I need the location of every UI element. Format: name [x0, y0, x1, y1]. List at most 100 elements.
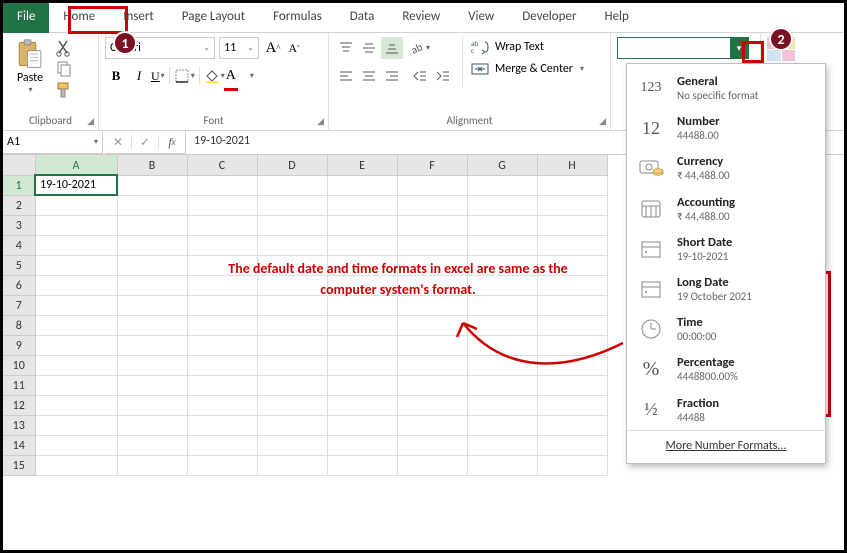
cell[interactable]: [35, 455, 117, 475]
cell[interactable]: [397, 415, 467, 435]
accept-edit-button[interactable]: ✓: [132, 131, 158, 153]
cell[interactable]: [257, 175, 327, 195]
name-box[interactable]: A1 ▾: [3, 131, 103, 154]
cell[interactable]: [117, 295, 187, 315]
cell[interactable]: [257, 315, 327, 335]
cell[interactable]: [397, 235, 467, 255]
row-header[interactable]: 12: [3, 395, 35, 415]
cell[interactable]: [35, 255, 117, 275]
row-header[interactable]: 10: [3, 355, 35, 375]
tab-formulas[interactable]: Formulas: [259, 3, 336, 33]
orientation-button[interactable]: ab▾: [409, 37, 430, 59]
cell[interactable]: [187, 175, 257, 195]
merge-center-button[interactable]: Merge & Center ▾: [471, 61, 584, 77]
cell[interactable]: [257, 235, 327, 255]
cell[interactable]: [117, 215, 187, 235]
cell[interactable]: [537, 215, 607, 235]
cell[interactable]: [35, 435, 117, 455]
more-number-formats[interactable]: More Number Formats...: [627, 430, 825, 459]
format-item-fraction[interactable]: ½ Fraction44488: [627, 390, 825, 430]
cell[interactable]: [117, 315, 187, 335]
cell[interactable]: [117, 375, 187, 395]
tab-developer[interactable]: Developer: [508, 3, 590, 33]
cell[interactable]: [467, 335, 537, 355]
italic-button[interactable]: I: [128, 65, 150, 87]
cell[interactable]: [35, 415, 117, 435]
cell[interactable]: [187, 315, 257, 335]
align-top-button[interactable]: [335, 37, 357, 59]
cell[interactable]: [187, 375, 257, 395]
cell[interactable]: [537, 415, 607, 435]
col-header-F[interactable]: F: [397, 155, 467, 175]
border-button[interactable]: ▾: [174, 65, 195, 87]
align-middle-button[interactable]: [358, 37, 380, 59]
row-header[interactable]: 14: [3, 435, 35, 455]
format-painter-icon[interactable]: [55, 81, 73, 99]
cell[interactable]: [35, 235, 117, 255]
cell[interactable]: [35, 275, 117, 295]
col-header-D[interactable]: D: [257, 155, 327, 175]
cell[interactable]: [35, 375, 117, 395]
cell[interactable]: [397, 435, 467, 455]
cell[interactable]: [35, 215, 117, 235]
cell[interactable]: [397, 335, 467, 355]
cell[interactable]: [537, 235, 607, 255]
col-header-A[interactable]: A: [35, 155, 117, 175]
tab-file[interactable]: File: [3, 3, 49, 33]
tab-view[interactable]: View: [454, 3, 508, 33]
cell[interactable]: [35, 335, 117, 355]
cell[interactable]: [187, 335, 257, 355]
cell[interactable]: [397, 195, 467, 215]
cell[interactable]: [467, 175, 537, 195]
format-item-number[interactable]: 12 Number44488.00: [627, 108, 825, 148]
cell[interactable]: [327, 415, 397, 435]
row-header[interactable]: 2: [3, 195, 35, 215]
cell[interactable]: [35, 195, 117, 215]
row-header[interactable]: 7: [3, 295, 35, 315]
paste-button[interactable]: Paste ▾: [9, 37, 51, 97]
format-item-long-date[interactable]: Long Date19 October 2021: [627, 269, 825, 309]
row-header[interactable]: 15: [3, 455, 35, 475]
fill-color-button[interactable]: ▾: [204, 65, 225, 87]
col-header-H[interactable]: H: [537, 155, 607, 175]
col-header-G[interactable]: G: [467, 155, 537, 175]
cell[interactable]: [327, 375, 397, 395]
grow-font-button[interactable]: A^: [263, 37, 283, 59]
cell[interactable]: [187, 355, 257, 375]
cell[interactable]: [117, 395, 187, 415]
cell[interactable]: [187, 415, 257, 435]
cell[interactable]: [537, 355, 607, 375]
cell[interactable]: [397, 455, 467, 475]
row-header[interactable]: 13: [3, 415, 35, 435]
cell[interactable]: [327, 355, 397, 375]
col-header-B[interactable]: B: [117, 155, 187, 175]
align-left-button[interactable]: [335, 65, 357, 87]
cell[interactable]: [467, 315, 537, 335]
fx-button[interactable]: fx: [159, 131, 185, 153]
row-header[interactable]: 9: [3, 335, 35, 355]
row-header[interactable]: 6: [3, 275, 35, 295]
font-launcher[interactable]: ◢: [317, 116, 324, 127]
format-item-general[interactable]: 123 GeneralNo specific format: [627, 68, 825, 108]
cell[interactable]: [467, 375, 537, 395]
align-bottom-button[interactable]: [381, 37, 403, 59]
cell[interactable]: [117, 435, 187, 455]
cell[interactable]: [257, 375, 327, 395]
bold-button[interactable]: B: [105, 65, 127, 87]
cell[interactable]: [117, 355, 187, 375]
cell[interactable]: [187, 215, 257, 235]
format-item-accounting[interactable]: Accounting₹ 44,488.00: [627, 189, 825, 229]
clipboard-launcher[interactable]: ◢: [87, 116, 94, 127]
row-header[interactable]: 11: [3, 375, 35, 395]
cell[interactable]: [187, 455, 257, 475]
cell[interactable]: [327, 395, 397, 415]
cell[interactable]: [117, 275, 187, 295]
cell-A1[interactable]: 19-10-2021: [35, 175, 117, 195]
cell[interactable]: [187, 435, 257, 455]
cell[interactable]: [327, 215, 397, 235]
cell[interactable]: [537, 395, 607, 415]
decrease-indent-button[interactable]: [409, 65, 431, 87]
copy-icon[interactable]: [55, 60, 73, 78]
underline-button[interactable]: U▾: [151, 65, 165, 87]
format-item-percentage[interactable]: % Percentage4448800.00%: [627, 349, 825, 389]
